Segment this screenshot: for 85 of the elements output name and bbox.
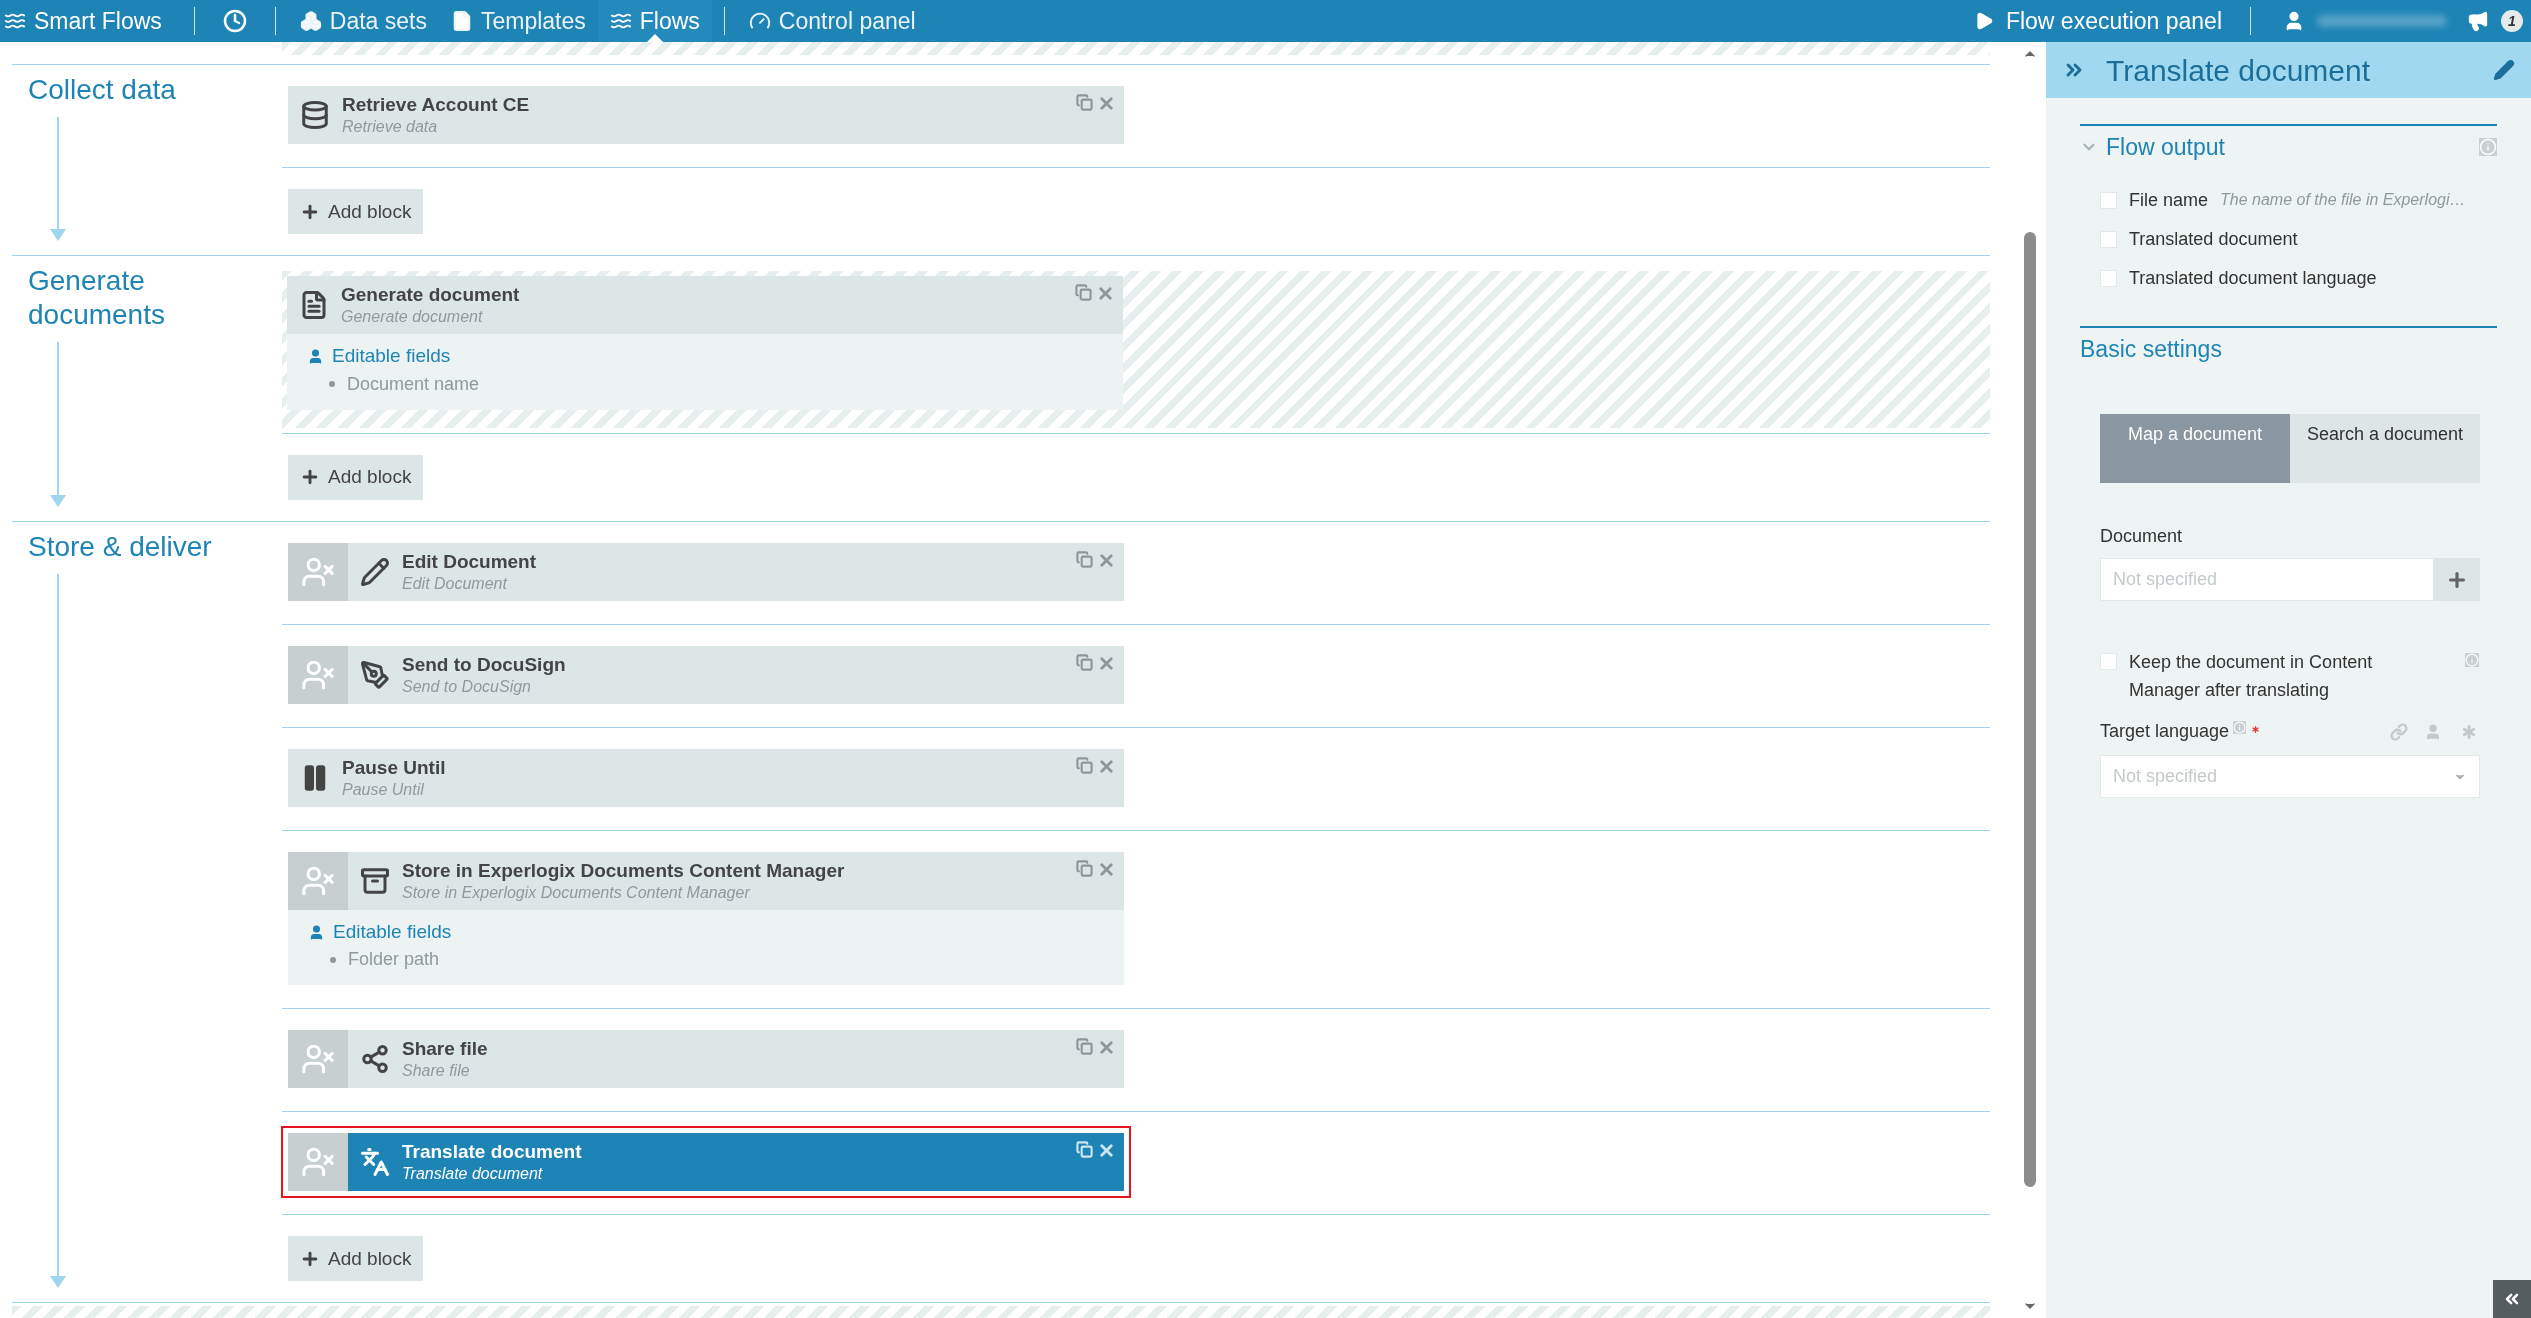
output-label: Translated document language <box>2129 266 2377 290</box>
user-icon <box>308 923 325 941</box>
add-block-button[interactable]: Add block <box>288 1236 424 1282</box>
info-icon[interactable] <box>2465 653 2479 667</box>
expand-panel-button[interactable] <box>2493 1280 2531 1318</box>
block-card[interactable]: Send to DocuSign Send to DocuSign <box>288 645 1124 704</box>
copy-icon[interactable] <box>1076 1141 1093 1159</box>
document-field[interactable]: Not specified <box>2100 558 2434 601</box>
notification-badge: 1 <box>2501 10 2523 32</box>
cabinet-icon <box>360 865 390 896</box>
block-subtitle: Pause Until <box>342 779 425 800</box>
info-icon[interactable] <box>2479 138 2497 157</box>
section-heading: Basic settings <box>2080 334 2223 364</box>
field-label: Document <box>2100 525 2184 548</box>
checkbox[interactable] <box>2100 653 2117 670</box>
block-subtitle: Store in Experlogix Documents Content Manager <box>402 882 752 903</box>
field-list-item: Document name <box>347 372 480 396</box>
user-icon <box>307 348 324 366</box>
block-subtitle: Edit Document <box>402 573 509 594</box>
block-subtitle: Send to DocuSign <box>402 676 532 697</box>
nav-tab[interactable]: Control panel <box>736 0 928 42</box>
flow-output-toggle[interactable]: Flow output <box>2080 130 2225 165</box>
editable-fields-link[interactable]: Editable fields <box>307 342 1103 371</box>
panel-title: Translate document <box>2106 52 2372 89</box>
checkbox-label: Keep the document in Content Manager after translating <box>2129 651 2374 702</box>
block-card[interactable]: Share file Share file <box>288 1030 1124 1089</box>
copy-icon[interactable] <box>1076 859 1093 877</box>
link-icon[interactable] <box>2390 722 2408 741</box>
output-label: File name <box>2129 188 2209 212</box>
checkbox[interactable] <box>2100 230 2117 248</box>
checkbox[interactable] <box>2100 269 2117 287</box>
block-subtitle: Retrieve data <box>342 117 439 138</box>
brand-link[interactable]: Smart Flows <box>0 3 194 39</box>
section-title: Generate documents <box>28 264 166 333</box>
pencil-icon <box>360 556 390 587</box>
copy-icon[interactable] <box>1075 284 1092 302</box>
block-title: Share file <box>402 1037 489 1062</box>
copy-icon[interactable] <box>1076 94 1093 112</box>
copy-icon[interactable] <box>1076 653 1093 671</box>
nav-tab[interactable]: Templates <box>438 0 598 42</box>
section-title: Store & deliver <box>28 529 213 564</box>
select-placeholder: Not specified <box>2113 765 2219 788</box>
block-title: Send to DocuSign <box>402 652 567 677</box>
add-block-button[interactable]: Add block <box>288 189 424 235</box>
scrollbar-thumb[interactable] <box>2024 232 2036 1187</box>
block-title: Retrieve Account CE <box>342 93 531 118</box>
section-title: Collect data <box>28 73 177 108</box>
block-title: Edit Document <box>402 549 538 574</box>
field-label: Target language <box>2100 720 2230 743</box>
history-icon[interactable] <box>222 9 247 33</box>
add-block-button[interactable]: Add block <box>288 454 424 500</box>
block-title: Translate document <box>402 1140 583 1165</box>
block-title: Pause Until <box>342 755 447 780</box>
database-icon <box>300 100 330 131</box>
translate-icon <box>360 1147 390 1178</box>
megaphone-icon[interactable] <box>2467 10 2489 32</box>
mode-tab[interactable]: Map a document <box>2100 414 2290 483</box>
boxes-icon <box>299 10 322 32</box>
copy-icon[interactable] <box>1076 756 1093 774</box>
block-card[interactable]: Pause Until Pause Until <box>288 748 1124 807</box>
mode-tab[interactable]: Search a document <box>2290 414 2480 483</box>
info-icon[interactable] <box>2233 721 2247 734</box>
field-list-item: Folder path <box>348 948 440 972</box>
copy-icon[interactable] <box>1076 550 1093 568</box>
block-card[interactable]: Edit Document Edit Document <box>288 542 1124 601</box>
copy-icon[interactable] <box>1076 1038 1093 1056</box>
output-hint: The name of the file in Experlogi… <box>2220 190 2466 210</box>
block-subtitle: Translate document <box>402 1164 544 1185</box>
block-subtitle: Generate document <box>341 307 484 328</box>
pencil-icon[interactable] <box>2493 59 2515 81</box>
block-title: Store in Experlogix Documents Content Manager <box>402 858 846 883</box>
block-card[interactable]: Retrieve Account CE Retrieve data <box>288 86 1124 145</box>
add-document-button[interactable] <box>2434 558 2480 601</box>
output-label: Translated document <box>2129 227 2298 251</box>
pen-nib-icon <box>360 659 390 690</box>
block-title: Generate document <box>341 283 521 308</box>
checkbox[interactable] <box>2100 191 2117 209</box>
block-card[interactable]: Store in Experlogix Documents Content Manager Store in Experlogix Documents Content Manager Editable fields Folder path <box>288 851 1124 986</box>
share-icon <box>360 1044 390 1075</box>
block-subtitle: Share file <box>402 1061 471 1082</box>
nav-tab[interactable]: Flows <box>597 0 712 42</box>
block-card[interactable]: Generate document Generate document Editable fields Document name <box>287 276 1123 410</box>
execution-panel-link[interactable]: Flow execution panel <box>1973 3 2250 39</box>
editable-fields-link[interactable]: Editable fields <box>308 917 1104 947</box>
nav-tab[interactable]: Data sets <box>287 0 439 42</box>
